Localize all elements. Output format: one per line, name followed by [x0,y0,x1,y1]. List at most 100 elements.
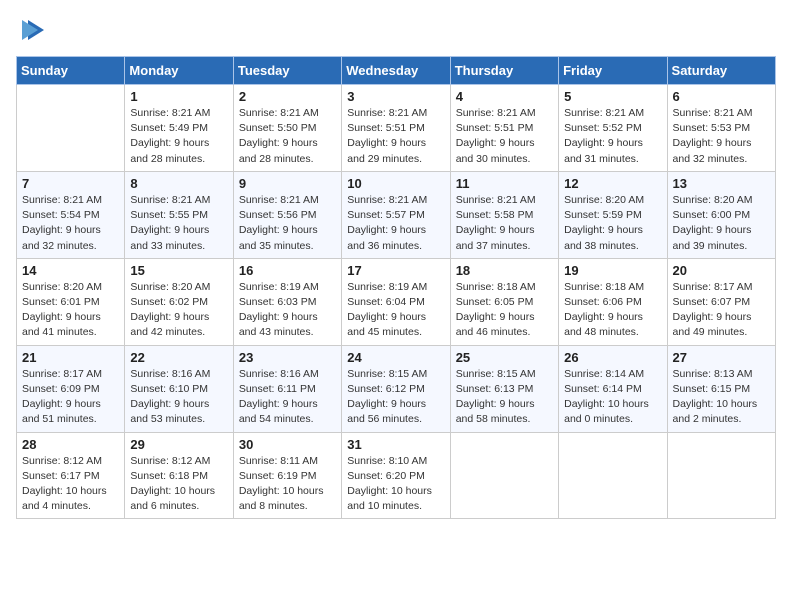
calendar-day-cell: 30 Sunrise: 8:11 AM Sunset: 6:19 PM Dayli… [233,432,341,519]
calendar-day-cell [559,432,667,519]
day-info: Sunrise: 8:14 AM Sunset: 6:14 PM Dayligh… [564,367,661,428]
calendar-day-cell: 8Sunrise: 8:21 AM Sunset: 5:55 PM Daylig… [125,171,233,258]
day-number: 3 [347,89,444,104]
calendar-day-cell: 12 Sunrise: 8:20 AM Sunset: 5:59 PM Dayli… [559,171,667,258]
calendar-week-row: 28 Sunrise: 8:12 AM Sunset: 6:17 PM Dayli… [17,432,776,519]
day-info: Sunrise: 8:20 AM Sunset: 6:02 PM Dayligh… [130,280,227,341]
day-number: 17 [347,263,444,278]
day-number: 1 [130,89,227,104]
calendar-day-cell: 16 Sunrise: 8:19 AM Sunset: 6:03 PM Dayli… [233,258,341,345]
day-info: Sunrise: 8:10 AM Sunset: 6:20 PM Dayligh… [347,454,444,515]
day-number: 7 [22,176,119,191]
day-number: 6 [673,89,770,104]
calendar-day-cell: 20 Sunrise: 8:17 AM Sunset: 6:07 PM Dayli… [667,258,775,345]
day-number: 24 [347,350,444,365]
day-number: 4 [456,89,553,104]
day-number: 31 [347,437,444,452]
logo-icon [18,16,46,44]
day-info: Sunrise: 8:21 AM Sunset: 5:51 PM Dayligh… [347,106,444,167]
day-number: 21 [22,350,119,365]
logo [16,16,46,44]
day-info: Sunrise: 8:21 AM Sunset: 5:58 PM Dayligh… [456,193,553,254]
day-info: Sunrise: 8:21 AM Sunset: 5:52 PM Dayligh… [564,106,661,167]
day-info: Sunrise: 8:16 AM Sunset: 6:10 PM Dayligh… [130,367,227,428]
day-number: 18 [456,263,553,278]
day-number: 23 [239,350,336,365]
day-info: Sunrise: 8:19 AM Sunset: 6:03 PM Dayligh… [239,280,336,341]
day-number: 16 [239,263,336,278]
calendar-day-cell: 2Sunrise: 8:21 AM Sunset: 5:50 PM Daylig… [233,85,341,172]
calendar-day-cell: 21 Sunrise: 8:17 AM Sunset: 6:09 PM Dayli… [17,345,125,432]
calendar-day-cell: 24 Sunrise: 8:15 AM Sunset: 6:12 PM Dayli… [342,345,450,432]
calendar-day-cell: 25 Sunrise: 8:15 AM Sunset: 6:13 PM Dayli… [450,345,558,432]
calendar-day-cell: 18 Sunrise: 8:18 AM Sunset: 6:05 PM Dayli… [450,258,558,345]
calendar-day-cell: 14 Sunrise: 8:20 AM Sunset: 6:01 PM Dayli… [17,258,125,345]
weekday-header-cell: Tuesday [233,57,341,85]
day-number: 12 [564,176,661,191]
weekday-header-cell: Sunday [17,57,125,85]
day-number: 19 [564,263,661,278]
day-info: Sunrise: 8:20 AM Sunset: 6:00 PM Dayligh… [673,193,770,254]
calendar-week-row: 21 Sunrise: 8:17 AM Sunset: 6:09 PM Dayli… [17,345,776,432]
calendar-week-row: 14 Sunrise: 8:20 AM Sunset: 6:01 PM Dayli… [17,258,776,345]
day-number: 14 [22,263,119,278]
day-number: 2 [239,89,336,104]
calendar-day-cell: 13Sunrise: 8:20 AM Sunset: 6:00 PM Dayli… [667,171,775,258]
day-number: 9 [239,176,336,191]
day-number: 25 [456,350,553,365]
day-info: Sunrise: 8:21 AM Sunset: 5:49 PM Dayligh… [130,106,227,167]
calendar-day-cell [450,432,558,519]
day-info: Sunrise: 8:20 AM Sunset: 6:01 PM Dayligh… [22,280,119,341]
calendar-day-cell: 7 Sunrise: 8:21 AM Sunset: 5:54 PM Daylig… [17,171,125,258]
calendar-day-cell: 28 Sunrise: 8:12 AM Sunset: 6:17 PM Dayli… [17,432,125,519]
day-info: Sunrise: 8:21 AM Sunset: 5:51 PM Dayligh… [456,106,553,167]
day-info: Sunrise: 8:15 AM Sunset: 6:12 PM Dayligh… [347,367,444,428]
day-info: Sunrise: 8:17 AM Sunset: 6:07 PM Dayligh… [673,280,770,341]
day-info: Sunrise: 8:13 AM Sunset: 6:15 PM Dayligh… [673,367,770,428]
weekday-header-cell: Thursday [450,57,558,85]
calendar-day-cell: 26 Sunrise: 8:14 AM Sunset: 6:14 PM Dayli… [559,345,667,432]
day-info: Sunrise: 8:21 AM Sunset: 5:55 PM Dayligh… [130,193,227,254]
calendar-table: SundayMondayTuesdayWednesdayThursdayFrid… [16,56,776,519]
day-info: Sunrise: 8:18 AM Sunset: 6:05 PM Dayligh… [456,280,553,341]
calendar-day-cell: 19 Sunrise: 8:18 AM Sunset: 6:06 PM Dayli… [559,258,667,345]
day-number: 26 [564,350,661,365]
day-info: Sunrise: 8:12 AM Sunset: 6:18 PM Dayligh… [130,454,227,515]
day-number: 20 [673,263,770,278]
calendar-day-cell: 9Sunrise: 8:21 AM Sunset: 5:56 PM Daylig… [233,171,341,258]
calendar-week-row: 1 Sunrise: 8:21 AM Sunset: 5:49 PM Daylig… [17,85,776,172]
calendar-day-cell: 29 Sunrise: 8:12 AM Sunset: 6:18 PM Dayli… [125,432,233,519]
calendar-body: 1 Sunrise: 8:21 AM Sunset: 5:49 PM Daylig… [17,85,776,519]
day-info: Sunrise: 8:20 AM Sunset: 5:59 PM Dayligh… [564,193,661,254]
day-info: Sunrise: 8:11 AM Sunset: 6:19 PM Dayligh… [239,454,336,515]
day-info: Sunrise: 8:18 AM Sunset: 6:06 PM Dayligh… [564,280,661,341]
calendar-day-cell [17,85,125,172]
day-number: 30 [239,437,336,452]
calendar-day-cell: 31 Sunrise: 8:10 AM Sunset: 6:20 PM Dayli… [342,432,450,519]
calendar-day-cell: 5 Sunrise: 8:21 AM Sunset: 5:52 PM Daylig… [559,85,667,172]
day-info: Sunrise: 8:17 AM Sunset: 6:09 PM Dayligh… [22,367,119,428]
calendar-day-cell: 11Sunrise: 8:21 AM Sunset: 5:58 PM Dayli… [450,171,558,258]
day-info: Sunrise: 8:21 AM Sunset: 5:54 PM Dayligh… [22,193,119,254]
calendar-day-cell: 6 Sunrise: 8:21 AM Sunset: 5:53 PM Daylig… [667,85,775,172]
calendar-day-cell: 17 Sunrise: 8:19 AM Sunset: 6:04 PM Dayli… [342,258,450,345]
day-info: Sunrise: 8:19 AM Sunset: 6:04 PM Dayligh… [347,280,444,341]
weekday-header-cell: Wednesday [342,57,450,85]
day-number: 15 [130,263,227,278]
calendar-day-cell: 22 Sunrise: 8:16 AM Sunset: 6:10 PM Dayli… [125,345,233,432]
day-number: 29 [130,437,227,452]
day-number: 10 [347,176,444,191]
day-number: 28 [22,437,119,452]
calendar-week-row: 7 Sunrise: 8:21 AM Sunset: 5:54 PM Daylig… [17,171,776,258]
calendar-day-cell: 4 Sunrise: 8:21 AM Sunset: 5:51 PM Daylig… [450,85,558,172]
day-info: Sunrise: 8:12 AM Sunset: 6:17 PM Dayligh… [22,454,119,515]
day-info: Sunrise: 8:21 AM Sunset: 5:53 PM Dayligh… [673,106,770,167]
day-number: 22 [130,350,227,365]
calendar-day-cell [667,432,775,519]
weekday-header-cell: Friday [559,57,667,85]
day-number: 5 [564,89,661,104]
day-info: Sunrise: 8:15 AM Sunset: 6:13 PM Dayligh… [456,367,553,428]
calendar-day-cell: 3 Sunrise: 8:21 AM Sunset: 5:51 PM Daylig… [342,85,450,172]
calendar-day-cell: 10 Sunrise: 8:21 AM Sunset: 5:57 PM Dayli… [342,171,450,258]
day-info: Sunrise: 8:21 AM Sunset: 5:57 PM Dayligh… [347,193,444,254]
